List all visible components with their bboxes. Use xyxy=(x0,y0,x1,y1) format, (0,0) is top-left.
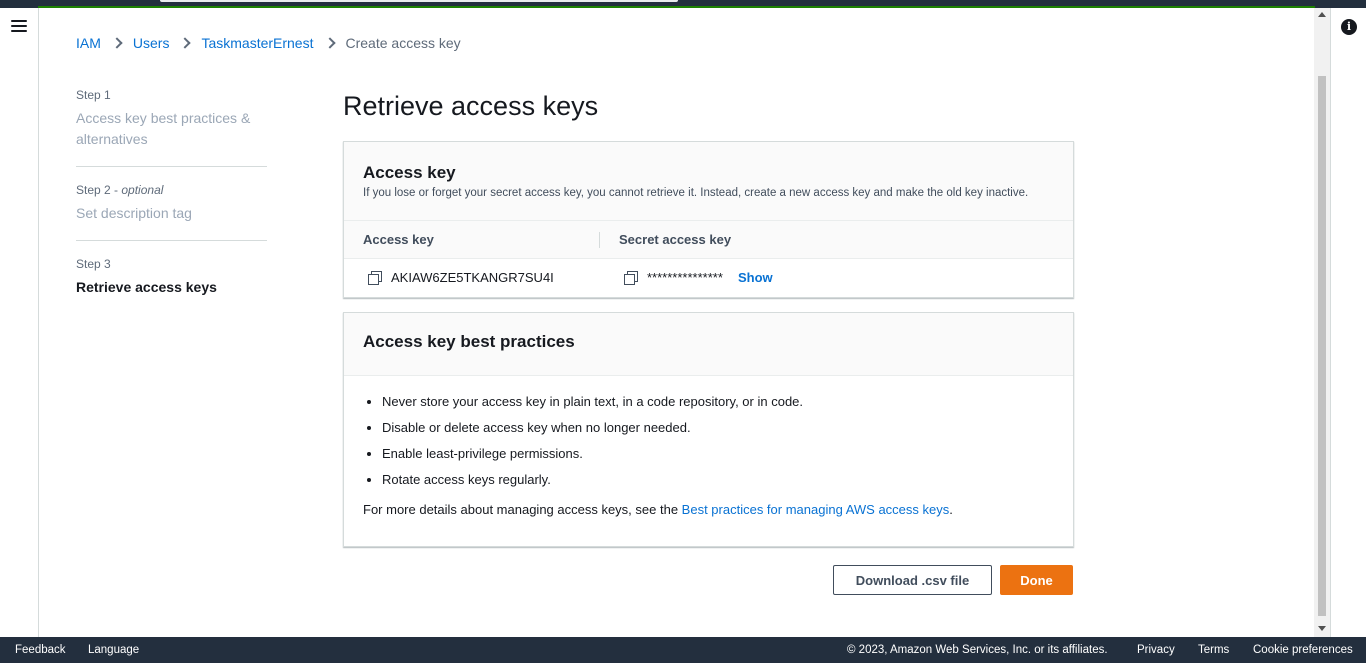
table-header: Access key Secret access key xyxy=(344,221,1073,259)
wizard-step-3: Step 3 Retrieve access keys xyxy=(76,257,267,314)
scrollbar-thumb[interactable] xyxy=(1318,76,1326,616)
scroll-down-icon[interactable] xyxy=(1318,626,1326,631)
privacy-link[interactable]: Privacy xyxy=(1137,644,1175,656)
panel-title: Access key xyxy=(363,163,456,182)
step-number: Step 1 xyxy=(76,88,111,102)
panel-header: Access key If you lose or forget your se… xyxy=(344,142,1073,221)
done-button[interactable]: Done xyxy=(1000,565,1073,595)
menu-icon[interactable] xyxy=(11,20,27,34)
wizard-step-1: Step 1 Access key best practices & alter… xyxy=(76,88,267,167)
feedback-link[interactable]: Feedback xyxy=(15,644,66,656)
left-navigation-rail xyxy=(0,8,39,637)
column-divider xyxy=(599,232,600,248)
best-practices-panel: Access key best practices Never store yo… xyxy=(343,312,1074,547)
panel-description: If you lose or forget your secret access… xyxy=(363,187,1029,199)
wizard-step-2: Step 2 - optional Set description tag xyxy=(76,183,267,241)
breadcrumb-user[interactable]: TaskmasterErnest xyxy=(201,35,313,51)
page-scrollbar[interactable] xyxy=(1314,8,1330,637)
step-optional-tag: optional xyxy=(121,183,164,197)
success-flash-bar xyxy=(38,6,1315,8)
step-label: Set description tag xyxy=(76,205,192,221)
list-item: Rotate access keys regularly. xyxy=(382,472,1054,488)
console-footer: Feedback Language © 2023, Amazon Web Ser… xyxy=(0,637,1366,663)
step-number: Step 3 xyxy=(76,257,111,271)
download-csv-button[interactable]: Download .csv file xyxy=(833,565,992,595)
list-item: Never store your access key in plain tex… xyxy=(382,394,1054,410)
table-row: AKIAW6ZE5TKANGR7SU4I *************** Sho… xyxy=(344,259,1073,297)
scroll-up-icon[interactable] xyxy=(1318,12,1326,17)
breadcrumb-current: Create access key xyxy=(345,35,461,51)
more-details-text: For more details about managing access k… xyxy=(363,502,953,517)
cookie-preferences-link[interactable]: Cookie preferences xyxy=(1253,644,1353,656)
secret-key-masked: *************** xyxy=(647,270,723,285)
best-practices-list: Never store your access key in plain tex… xyxy=(344,376,1073,488)
list-item: Disable or delete access key when no lon… xyxy=(382,420,1054,436)
step-number: Step 2 - optional xyxy=(76,183,164,197)
best-practices-link[interactable]: Best practices for managing AWS access k… xyxy=(682,502,950,517)
panel-title: Access key best practices xyxy=(363,332,575,351)
access-key-panel: Access key If you lose or forget your se… xyxy=(343,141,1074,298)
chevron-right-icon xyxy=(323,37,336,49)
top-nav-bar xyxy=(0,0,1366,8)
wizard-steps: Step 1 Access key best practices & alter… xyxy=(76,88,267,330)
access-key-value: AKIAW6ZE5TKANGR7SU4I xyxy=(391,270,554,285)
page-title: Retrieve access keys xyxy=(343,91,599,121)
step-label-current: Retrieve access keys xyxy=(76,279,217,295)
chevron-right-icon xyxy=(179,37,192,49)
list-item: Enable least-privilege permissions. xyxy=(382,446,1054,462)
show-secret-link[interactable]: Show xyxy=(738,270,773,285)
language-link[interactable]: Language xyxy=(88,644,139,656)
breadcrumb-iam[interactable]: IAM xyxy=(76,35,101,51)
right-tools-rail: i xyxy=(1330,8,1366,637)
copy-icon[interactable] xyxy=(368,271,382,285)
breadcrumb: IAM Users TaskmasterErnest Create access… xyxy=(76,34,461,52)
breadcrumb-users[interactable]: Users xyxy=(133,35,170,51)
copyright-text: © 2023, Amazon Web Services, Inc. or its… xyxy=(847,644,1108,656)
terms-link[interactable]: Terms xyxy=(1198,644,1229,656)
panel-header: Access key best practices xyxy=(344,313,1073,376)
step-label: Access key best practices & alternatives xyxy=(76,110,251,147)
search-bar-edge xyxy=(160,0,678,2)
chevron-right-icon xyxy=(111,37,123,49)
info-icon[interactable]: i xyxy=(1341,19,1357,35)
copy-icon[interactable] xyxy=(624,271,638,285)
column-header-secret-key: Secret access key xyxy=(619,232,732,247)
column-header-access-key: Access key xyxy=(363,232,434,247)
